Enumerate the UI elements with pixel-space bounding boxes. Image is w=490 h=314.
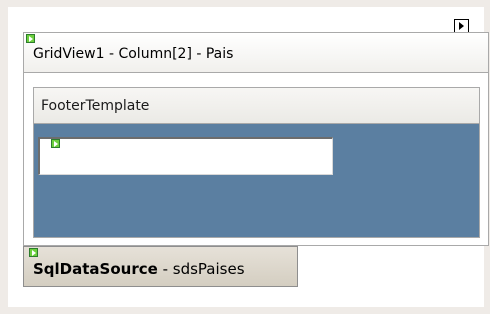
smart-tag-arrow-icon[interactable]: [454, 19, 469, 33]
sqldatasource-control[interactable]: SqlDataSource - sdsPaises: [23, 246, 298, 287]
template-editor-title: GridView1 - Column[2] - Pais: [33, 46, 234, 62]
sqldatasource-label: SqlDataSource - sdsPaises: [33, 260, 245, 278]
footer-template-label: FooterTemplate: [41, 98, 150, 114]
control-marker-icon[interactable]: [51, 139, 60, 148]
datasource-separator: -: [157, 260, 173, 278]
footer-textbox[interactable]: [38, 137, 333, 175]
datasource-type: SqlDataSource: [33, 260, 158, 278]
template-editor-header: GridView1 - Column[2] - Pais: [24, 33, 488, 73]
footer-template-header: FooterTemplate: [34, 88, 479, 124]
control-marker-icon[interactable]: [29, 248, 38, 257]
control-marker-icon[interactable]: [26, 34, 35, 43]
datasource-id: sdsPaises: [172, 260, 245, 278]
